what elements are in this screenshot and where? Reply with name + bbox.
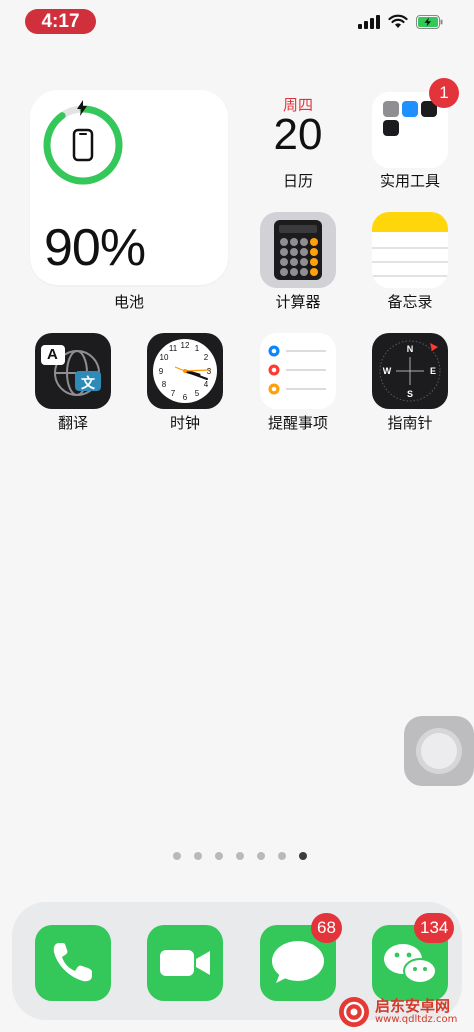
translate-app[interactable]: A 文	[35, 333, 111, 409]
page-dot[interactable]	[236, 852, 244, 860]
wechat-badge: 134	[414, 913, 455, 943]
svg-text:9: 9	[159, 367, 164, 376]
utilities-badge: 1	[429, 78, 459, 108]
status-time: 4:17	[25, 9, 96, 34]
svg-text:1: 1	[195, 344, 200, 353]
appstore-mini-icon	[402, 101, 418, 117]
wifi-icon	[388, 14, 408, 28]
watermark-url: www.qdltdz.com	[375, 1014, 458, 1025]
compass-icon: N S E W	[379, 340, 441, 402]
page-dot[interactable]	[278, 852, 286, 860]
assistive-touch-outer-ring	[416, 728, 462, 774]
calculator-app[interactable]	[260, 212, 336, 288]
cellular-signal-icon	[358, 14, 380, 29]
utilities-folder-label: 实用工具	[379, 172, 440, 190]
settings-mini-icon	[383, 101, 399, 117]
charging-bolt-icon	[77, 100, 87, 116]
messages-badge: 68	[311, 913, 342, 943]
stocks-mini-icon	[383, 120, 399, 136]
svg-text:4: 4	[204, 380, 209, 389]
clock-app[interactable]: 12 1 2 345 678 9 10 11	[147, 333, 223, 409]
translate-wen-glyph: 文	[81, 376, 95, 392]
battery-charging-icon	[416, 14, 443, 29]
page-dot[interactable]	[194, 852, 202, 860]
page-dot[interactable]	[257, 852, 265, 860]
svg-text:2: 2	[204, 353, 209, 362]
assistive-touch-inner-ring	[421, 733, 457, 769]
notes-label: 备忘录	[387, 293, 433, 311]
notes-app[interactable]	[372, 212, 448, 288]
svg-text:W: W	[383, 366, 392, 376]
battery-percent: 90%	[44, 219, 146, 277]
reminders-app[interactable]	[260, 333, 336, 409]
status-icons	[358, 14, 444, 29]
svg-text:S: S	[407, 389, 413, 399]
page-dot[interactable]	[215, 852, 223, 860]
reminders-label: 提醒事项	[267, 414, 328, 432]
page-dot[interactable]	[299, 852, 307, 860]
translate-icon	[41, 345, 101, 396]
notes-icon	[372, 212, 448, 277]
svg-text:8: 8	[162, 380, 167, 389]
svg-text:E: E	[430, 366, 436, 376]
svg-text:10: 10	[160, 353, 169, 362]
page-indicator[interactable]	[173, 852, 307, 860]
reminders-icon	[268, 345, 326, 395]
battery-widget-label: 电池	[113, 293, 144, 311]
calculator-icon	[274, 220, 322, 280]
calendar-day: 20	[273, 110, 323, 159]
calendar-label: 日历	[282, 172, 313, 190]
phone-app[interactable]	[35, 925, 111, 1001]
svg-text:5: 5	[195, 389, 200, 398]
svg-text:12: 12	[181, 341, 190, 350]
watermark-title: 启东安卓网	[375, 997, 451, 1015]
svg-text:6: 6	[183, 393, 188, 402]
translate-label: 翻译	[57, 414, 88, 432]
svg-text:3: 3	[207, 367, 212, 376]
compass-label: 指南针	[387, 414, 433, 432]
clock-face-icon: 12 12 345 678 91011	[153, 339, 217, 403]
watermark: 启东安卓网 www.qdltdz.com	[338, 992, 474, 1032]
translate-a-glyph: A	[47, 346, 58, 363]
clock-label: 时钟	[169, 414, 200, 432]
facetime-icon	[160, 950, 210, 976]
assistive-touch-button[interactable]	[404, 716, 474, 786]
watermark-logo-icon	[339, 997, 369, 1027]
page-dot[interactable]	[173, 852, 181, 860]
phone-icon	[53, 943, 92, 982]
svg-text:N: N	[407, 344, 414, 354]
facetime-app[interactable]	[147, 925, 223, 1001]
compass-app[interactable]: N S E W	[372, 333, 448, 409]
svg-text:7: 7	[171, 389, 176, 398]
calculator-label: 计算器	[275, 293, 321, 311]
svg-text:11: 11	[169, 344, 178, 353]
